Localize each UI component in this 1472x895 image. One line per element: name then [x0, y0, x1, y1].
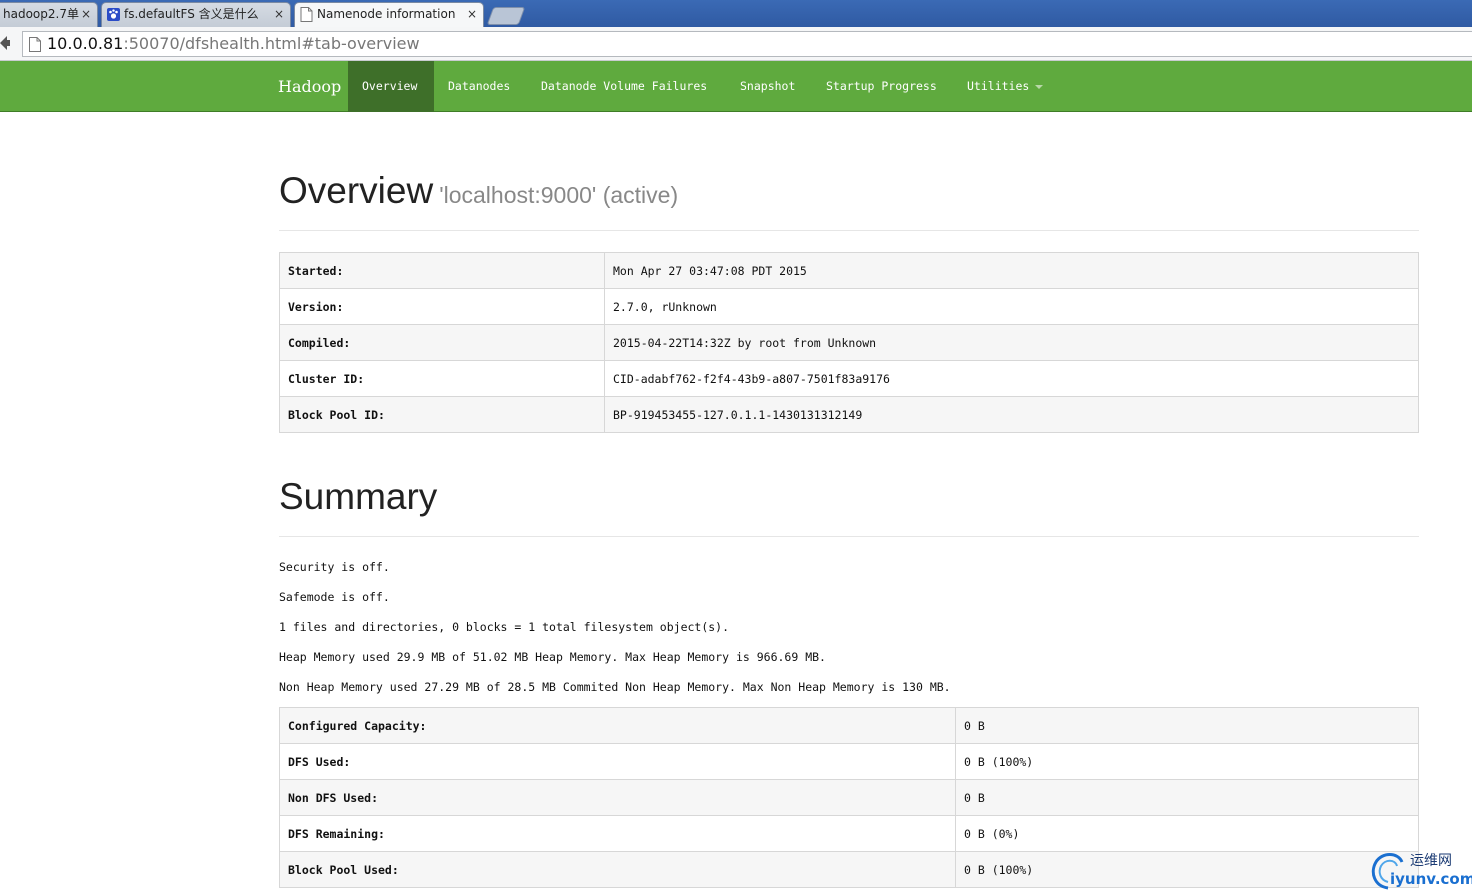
navbar: Hadoop Overview Datanodes Datanode Volum… — [0, 61, 1472, 112]
row-key: Non DFS Used: — [279, 779, 956, 816]
nav-utilities[interactable]: Utilities — [967, 61, 1044, 112]
summary-title: Summary — [279, 476, 438, 517]
watermark-text-domain: iyunv.com — [1390, 870, 1472, 888]
close-icon[interactable]: × — [467, 3, 477, 25]
close-icon[interactable]: × — [81, 3, 91, 25]
browser-tab-2-title: fs.defaultFS 含义是什么 — [124, 7, 259, 21]
browser-tab-1[interactable]: hadoop2.7单 × — [0, 2, 98, 27]
row-key: Version: — [279, 288, 605, 325]
browser-tab-strip: hadoop2.7单 × fs.defaultFS 含义是什么 × Nameno… — [0, 0, 1472, 28]
table-row: Started: Mon Apr 27 03:47:08 PDT 2015 — [279, 252, 1419, 289]
nav-utilities-label: Utilities — [967, 79, 1030, 93]
nav-datanodes[interactable]: Datanodes — [448, 61, 510, 112]
summary-line: Non Heap Memory used 27.29 MB of 28.5 MB… — [279, 680, 951, 694]
page-icon — [300, 7, 313, 22]
divider — [279, 536, 1419, 537]
browser-tab-3-title: Namenode information — [317, 7, 456, 21]
nav-overview-label: Overview — [362, 79, 418, 93]
nav-datanodes-label: Datanodes — [448, 79, 511, 93]
row-value: 0 B (100%) — [955, 851, 1419, 888]
summary-table: Configured Capacity: 0 B DFS Used: 0 B (10… — [279, 707, 1419, 888]
watermark-logo: 运维网 iyunv.com — [1368, 846, 1472, 895]
nav-snapshot[interactable]: Snapshot — [740, 61, 795, 112]
row-value: 0 B (100%) — [955, 743, 1419, 780]
browser-tab-3[interactable]: Namenode information × — [294, 2, 484, 28]
row-key: DFS Used: — [279, 743, 956, 780]
summary-heading: Summary — [279, 476, 437, 518]
back-arrow-icon[interactable] — [0, 35, 10, 51]
row-key: DFS Remaining: — [279, 815, 956, 852]
url-field[interactable]: 10.0.0.81:50070/dfshealth.html#tab-overv… — [22, 31, 1472, 57]
row-key: Compiled: — [279, 324, 605, 361]
row-value: CID-adabf762-f2f4-43b9-a807-7501f83a9176 — [604, 360, 1419, 397]
table-row: Compiled: 2015-04-22T14:32Z by root from … — [279, 324, 1419, 361]
table-row: Configured Capacity: 0 B — [279, 707, 1419, 744]
table-row: DFS Remaining: 0 B (0%) — [279, 815, 1419, 852]
row-key: Block Pool ID: — [279, 396, 605, 433]
row-value: 0 B (0%) — [955, 815, 1419, 852]
row-value: 0 B — [955, 707, 1419, 744]
table-row: Non DFS Used: 0 B — [279, 779, 1419, 816]
overview-subtitle: 'localhost:9000' (active) — [439, 182, 679, 208]
close-icon[interactable]: × — [274, 3, 284, 25]
brand-logo[interactable]: Hadoop — [278, 61, 341, 112]
browser-tab-2[interactable]: fs.defaultFS 含义是什么 × — [101, 2, 291, 27]
watermark-text-cn: 运维网 — [1410, 853, 1452, 869]
divider — [279, 230, 1419, 231]
nav-overview[interactable]: Overview — [348, 61, 434, 112]
summary-line: Security is off. — [279, 560, 390, 574]
url-host: 10.0.0.81 — [47, 34, 124, 53]
nav-datanode-volume-failures[interactable]: Datanode Volume Failures — [541, 61, 707, 112]
row-key: Block Pool Used: — [279, 851, 956, 888]
caret-down-icon — [1035, 84, 1044, 89]
browser-tab-1-title: hadoop2.7单 — [3, 7, 79, 21]
row-value: 2015-04-22T14:32Z by root from Unknown — [604, 324, 1419, 361]
baidu-paw-icon — [107, 8, 120, 21]
nav-startup-progress-label: Startup Progress — [826, 79, 937, 93]
nav-startup-progress[interactable]: Startup Progress — [826, 61, 937, 112]
summary-line: Safemode is off. — [279, 590, 390, 604]
nav-snapshot-label: Snapshot — [740, 79, 796, 93]
summary-line: Heap Memory used 29.9 MB of 51.02 MB Hea… — [279, 650, 826, 664]
table-row: Cluster ID: CID-adabf762-f2f4-43b9-a807-7… — [279, 360, 1419, 397]
page-icon — [29, 37, 41, 52]
row-key: Started: — [279, 252, 605, 289]
new-tab-button[interactable] — [486, 7, 526, 25]
table-row: Block Pool ID: BP-919453455-127.0.1.1-143… — [279, 396, 1419, 433]
url-path: :50070/dfshealth.html#tab-overview — [123, 34, 420, 53]
table-row: DFS Used: 0 B (100%) — [279, 743, 1419, 780]
row-value: BP-919453455-127.0.1.1-1430131312149 — [604, 396, 1419, 433]
url-text: 10.0.0.81:50070/dfshealth.html#tab-overv… — [47, 34, 420, 54]
row-value: 0 B — [955, 779, 1419, 816]
row-key: Configured Capacity: — [279, 707, 956, 744]
overview-title: Overview — [279, 170, 434, 211]
row-key: Cluster ID: — [279, 360, 605, 397]
address-bar: 10.0.0.81:50070/dfshealth.html#tab-overv… — [0, 27, 1472, 61]
row-value: 2.7.0, rUnknown — [604, 288, 1419, 325]
summary-line: 1 files and directories, 0 blocks = 1 to… — [279, 620, 730, 634]
overview-heading: Overview'localhost:9000' (active) — [279, 170, 678, 212]
nav-datanode-volume-failures-label: Datanode Volume Failures — [541, 79, 708, 93]
table-row: Version: 2.7.0, rUnknown — [279, 288, 1419, 325]
overview-table: Started: Mon Apr 27 03:47:08 PDT 2015 Ver… — [279, 252, 1419, 433]
table-row: Block Pool Used: 0 B (100%) — [279, 851, 1419, 888]
row-value: Mon Apr 27 03:47:08 PDT 2015 — [604, 252, 1419, 289]
